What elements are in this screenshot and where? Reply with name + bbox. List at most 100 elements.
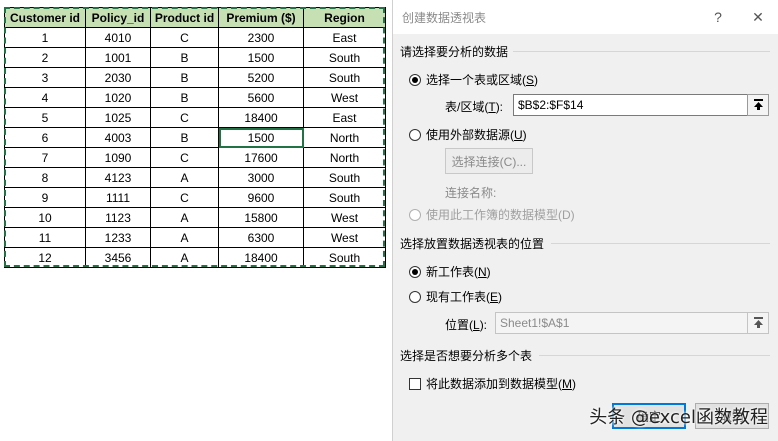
table-cell[interactable]: 1090: [85, 147, 151, 168]
radio-dot: [409, 128, 421, 141]
table-row: 12 3456 A 18400 South: [4, 247, 386, 268]
table-header-row: Customer id Policy_id Product id Premium ($…: [4, 7, 386, 28]
table-cell[interactable]: 7: [4, 147, 86, 168]
table-cell[interactable]: C: [150, 147, 219, 168]
table-cell[interactable]: 5600: [218, 87, 304, 108]
table-cell[interactable]: South: [303, 67, 386, 88]
table-cell[interactable]: 1500: [218, 47, 304, 68]
table-cell[interactable]: 4123: [85, 167, 151, 188]
table-cell[interactable]: B: [150, 67, 219, 88]
table-cell[interactable]: 1001: [85, 47, 151, 68]
table-cell[interactable]: B: [150, 47, 219, 68]
section-location-label: 选择放置数据透视表的位置: [400, 237, 545, 251]
radio-external-source[interactable]: 使用外部数据源(U): [409, 126, 527, 143]
table-cell[interactable]: 6300: [218, 227, 304, 248]
table-cell[interactable]: South: [303, 187, 386, 208]
table-cell[interactable]: 1233: [85, 227, 151, 248]
table-cell[interactable]: A: [150, 227, 219, 248]
table-cell[interactable]: East: [303, 107, 386, 128]
radio-new-worksheet[interactable]: 新工作表(N): [409, 263, 491, 280]
table-cell[interactable]: 9: [4, 187, 86, 208]
table-cell[interactable]: 1025: [85, 107, 151, 128]
table-cell[interactable]: West: [303, 87, 386, 108]
table-cell[interactable]: West: [303, 227, 386, 248]
radio-table-range[interactable]: 选择一个表或区域(S): [409, 71, 538, 88]
table-cell[interactable]: 1111: [85, 187, 151, 208]
table-cell[interactable]: 3456: [85, 247, 151, 268]
table-cell[interactable]: 4010: [85, 27, 151, 48]
radio-existing-worksheet[interactable]: 现有工作表(E): [409, 288, 502, 305]
table-cell[interactable]: 18400: [218, 247, 304, 268]
radio-external-label: 使用外部数据源(U): [426, 128, 527, 142]
range-input[interactable]: $B$2:$F$14: [513, 94, 751, 116]
table-cell[interactable]: North: [303, 127, 386, 148]
table-cell[interactable]: C: [150, 107, 219, 128]
table-cell[interactable]: 15800: [218, 207, 304, 228]
table-cell[interactable]: 1123: [85, 207, 151, 228]
table-cell[interactable]: 12: [4, 247, 86, 268]
table-cell[interactable]: C: [150, 27, 219, 48]
table-cell[interactable]: A: [150, 207, 219, 228]
section-divider: [513, 51, 770, 52]
table-cell[interactable]: C: [150, 187, 219, 208]
choose-connection-button[interactable]: 选择连接(C)...: [445, 148, 533, 174]
table-cell[interactable]: B: [150, 127, 219, 148]
column-header[interactable]: Customer id: [4, 7, 86, 28]
table-cell[interactable]: 6: [4, 127, 86, 148]
table-cell[interactable]: 5: [4, 107, 86, 128]
column-header[interactable]: Premium ($): [218, 7, 304, 28]
watermark-text: 头条 @excel函数教程: [589, 407, 768, 428]
table-cell[interactable]: 1020: [85, 87, 151, 108]
table-row: 10 1123 A 15800 West: [4, 207, 386, 228]
table-row: 4 1020 B 5600 West: [4, 87, 386, 108]
table-row: 9 1111 C 9600 South: [4, 187, 386, 208]
close-button[interactable]: ✕: [738, 9, 778, 26]
radio-dot-checked: [409, 73, 421, 86]
table-cell[interactable]: 11: [4, 227, 86, 248]
radio-table-range-label: 选择一个表或区域(S): [426, 73, 539, 87]
add-to-data-model-checkbox[interactable]: 将此数据添加到数据模型(M): [409, 375, 576, 392]
table-cell[interactable]: 2300: [218, 27, 304, 48]
table-cell[interactable]: West: [303, 207, 386, 228]
column-header[interactable]: Policy_id: [85, 7, 151, 28]
table-cell[interactable]: 18400: [218, 107, 304, 128]
checkbox-box: [409, 377, 421, 390]
table-cell[interactable]: South: [303, 247, 386, 268]
table-cell[interactable]: 3000: [218, 167, 304, 188]
table-cell[interactable]: 5200: [218, 67, 304, 88]
table-cell[interactable]: A: [150, 247, 219, 268]
table-row: 11 1233 A 6300 West: [4, 227, 386, 248]
table-cell[interactable]: South: [303, 47, 386, 68]
table-row: 1 4010 C 2300 East: [4, 27, 386, 48]
table-cell[interactable]: East: [303, 27, 386, 48]
table-cell[interactable]: 2030: [85, 67, 151, 88]
table-cell[interactable]: 4: [4, 87, 86, 108]
section-source-label: 请选择要分析的数据: [400, 45, 509, 59]
table-cell[interactable]: B: [150, 87, 219, 108]
table-cell[interactable]: 9600: [218, 187, 304, 208]
location-label: 位置(L):: [445, 318, 488, 332]
add-to-data-model-label: 将此数据添加到数据模型(M): [426, 377, 576, 391]
radio-data-model[interactable]: 使用此工作簿的数据模型(D): [409, 206, 575, 223]
table-cell[interactable]: A: [150, 167, 219, 188]
column-header[interactable]: Product id: [150, 7, 219, 28]
table-cell[interactable]: 10: [4, 207, 86, 228]
table-cell[interactable]: South: [303, 167, 386, 188]
table-cell[interactable]: 17600: [218, 147, 304, 168]
location-collapse-button[interactable]: [747, 312, 769, 334]
table-row: 8 4123 A 3000 South: [4, 167, 386, 188]
column-header[interactable]: Region: [303, 7, 386, 28]
create-pivottable-dialog: 创建数据透视表 ? ✕ 请选择要分析的数据 选择一个表或区域(S) 表/区域(T…: [392, 0, 778, 441]
spreadsheet: Customer id Policy_id Product id Premium ($…: [0, 0, 392, 441]
table-cell[interactable]: 4003: [85, 127, 151, 148]
table-cell[interactable]: 2: [4, 47, 86, 68]
table-row: 7 1090 C 17600 North: [4, 147, 386, 168]
help-button[interactable]: ?: [698, 9, 738, 25]
table-cell[interactable]: North: [303, 147, 386, 168]
table-cell[interactable]: 1: [4, 27, 86, 48]
table-cell[interactable]: 8: [4, 167, 86, 188]
table-cell[interactable]: 1500: [218, 127, 304, 148]
range-collapse-button[interactable]: [747, 94, 769, 116]
location-input[interactable]: Sheet1!$A$1: [495, 312, 751, 334]
table-cell[interactable]: 3: [4, 67, 86, 88]
